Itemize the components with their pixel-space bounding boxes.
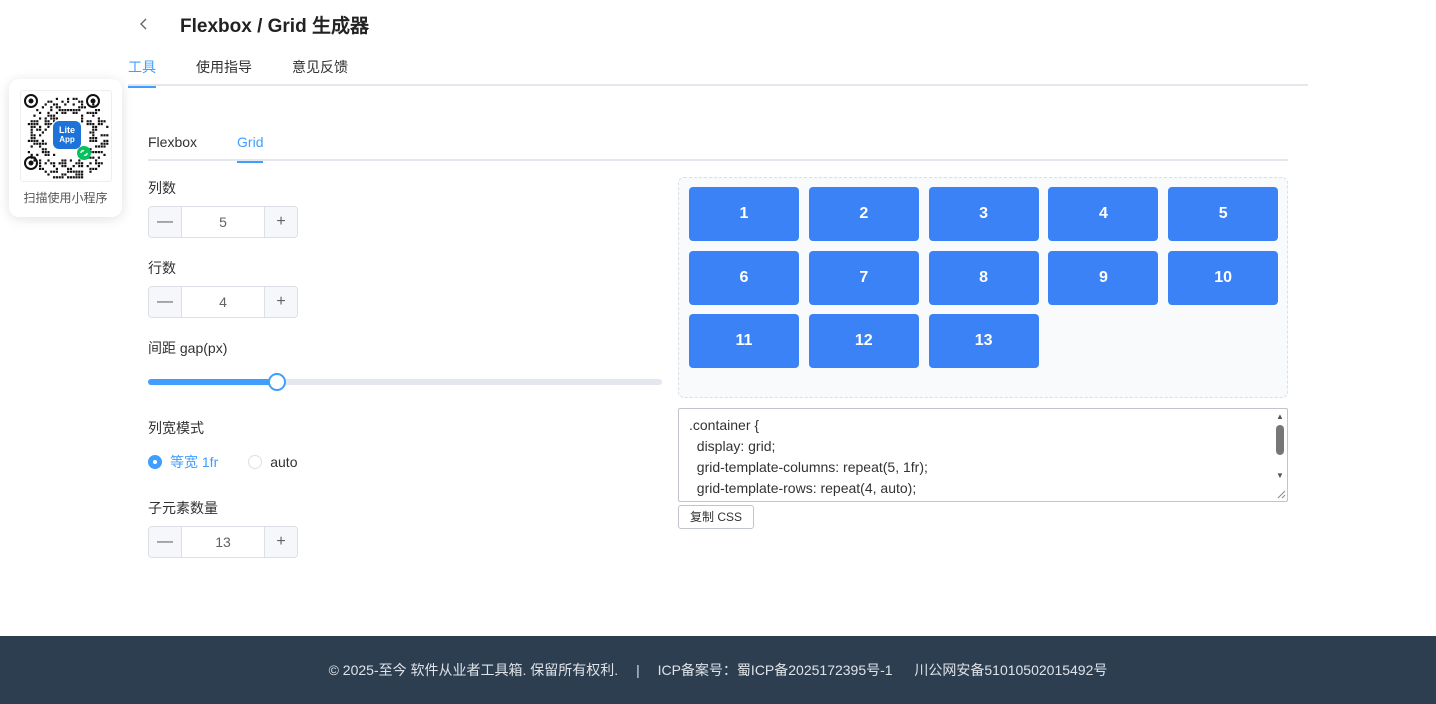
radio-checked-icon (148, 455, 162, 469)
qr-badge-text-line-1: Lite (59, 125, 75, 135)
children-increment-button[interactable]: + (264, 527, 297, 557)
page-header: Flexbox / Grid 生成器 工具 使用指导 意见反馈 (128, 0, 1308, 88)
footer-separator: | (636, 662, 640, 678)
grid-item-9: 9 (1048, 250, 1159, 305)
grid-item-8: 8 (928, 250, 1039, 305)
width-mode-label: 列宽模式 (148, 420, 204, 436)
rows-increment-button[interactable]: + (264, 287, 297, 317)
radio-equal-width[interactable]: 等宽 1fr (148, 452, 218, 472)
gap-slider-fill (148, 379, 277, 385)
grid-item-5: 5 (1168, 187, 1279, 241)
rows-decrement-button[interactable]: — (149, 287, 182, 317)
radio-auto-label: auto (270, 454, 298, 470)
columns-decrement-button[interactable]: — (149, 207, 182, 237)
grid-item-12: 12 (808, 314, 919, 368)
textarea-scrollbar-thumb[interactable] (1276, 425, 1284, 455)
rows-label: 行数 (148, 260, 176, 276)
columns-label: 列数 (148, 180, 176, 196)
top-tabs: 工具 使用指导 意见反馈 (128, 56, 388, 88)
grid-item-13: 13 (928, 314, 1039, 368)
grid-item-1: 1 (689, 187, 799, 241)
scroll-up-arrow-icon[interactable]: ▲ (1275, 410, 1285, 424)
qr-code-image: Lite App (20, 90, 112, 182)
grid-item-3: 3 (928, 187, 1039, 241)
copy-css-button[interactable]: 复制 CSS (678, 505, 754, 529)
columns-increment-button[interactable]: + (264, 207, 297, 237)
footer-icp-link[interactable]: ICP备案号：蜀ICP备2025172395号-1 (658, 662, 893, 678)
tab-grid[interactable]: Grid (237, 130, 264, 163)
grid-item-11: 11 (689, 314, 799, 368)
footer-police-link[interactable]: 川公网安备51010502015492号 (914, 662, 1107, 678)
footer-copyright: © 2025-至今 软件从业者工具箱. 保留所有权利. (328, 662, 619, 678)
tab-feedback[interactable]: 意见反馈 (292, 56, 348, 86)
grid-item-6: 6 (689, 250, 799, 305)
tab-guide[interactable]: 使用指导 (196, 56, 252, 86)
gap-slider-handle[interactable] (267, 373, 286, 391)
gap-label: 间距 gap(px) (148, 340, 228, 356)
children-count-label: 子元素数量 (148, 500, 218, 516)
grid-item-10: 10 (1168, 250, 1279, 305)
tab-tools[interactable]: 工具 (128, 56, 156, 88)
chevron-left-icon[interactable] (134, 14, 154, 38)
children-decrement-button[interactable]: — (149, 527, 182, 557)
grid-item-4: 4 (1048, 187, 1159, 241)
grid-preview: 1 2 3 4 5 6 7 8 9 10 11 12 13 (678, 177, 1288, 398)
children-count-stepper: — + (148, 526, 298, 558)
qr-badge-text-line-2: App (59, 135, 75, 144)
qr-caption: 扫描使用小程序 (23, 191, 108, 205)
width-mode-radio-group: 等宽 1fr auto (148, 452, 327, 472)
radio-unchecked-icon (248, 455, 263, 469)
scroll-down-arrow-icon[interactable]: ▼ (1275, 469, 1285, 483)
columns-stepper: — + (148, 206, 298, 238)
children-count-input[interactable] (182, 527, 264, 557)
page-title: Flexbox / Grid 生成器 (180, 16, 369, 37)
radio-equal-width-label: 等宽 1fr (170, 454, 219, 470)
page-footer: © 2025-至今 软件从业者工具箱. 保留所有权利. | ICP备案号：蜀IC… (0, 636, 1436, 704)
mini-program-qr-card[interactable]: Lite App 扫描使用小程序 (9, 79, 122, 217)
rows-input[interactable] (182, 287, 264, 317)
grid-item-7: 7 (808, 250, 919, 305)
rows-stepper: — + (148, 286, 298, 318)
tab-flexbox[interactable]: Flexbox (148, 130, 197, 161)
resize-grip-icon[interactable] (1276, 489, 1286, 499)
css-output-textarea[interactable]: .container { display: grid; grid-templat… (678, 408, 1288, 502)
grid-item-2: 2 (808, 187, 919, 241)
gap-slider[interactable] (148, 372, 662, 392)
columns-input[interactable] (182, 207, 264, 237)
radio-auto[interactable]: auto (248, 454, 297, 470)
generator-mode-tabs: Flexbox Grid (148, 130, 1288, 163)
